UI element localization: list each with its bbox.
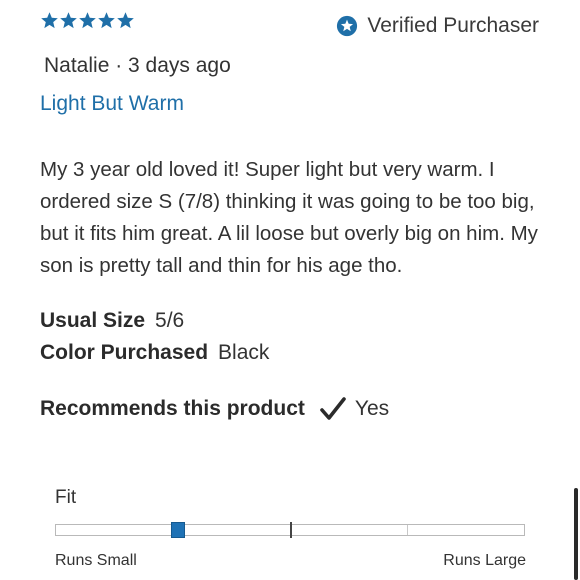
star-icon: [60, 12, 77, 29]
fit-label: Fit: [55, 487, 77, 508]
fit-scale: [55, 522, 525, 538]
verified-label: Verified Purchaser: [367, 14, 539, 37]
author-and-date: Natalie · 3 days ago: [44, 54, 231, 77]
review-body: My 3 year old loved it! Super light but …: [40, 158, 538, 277]
fit-scale-divider: [407, 525, 408, 535]
review-card: Verified Purchaser Natalie · 3 days ago …: [0, 0, 580, 580]
scrollbar[interactable]: [574, 488, 578, 580]
recommends-row: Recommends this product Yes: [40, 395, 389, 423]
star-icon: [79, 12, 96, 29]
fit-scale-center: [290, 522, 292, 538]
usual-size-value: 5/6: [155, 309, 185, 332]
usual-size-label: Usual Size: [40, 309, 146, 332]
star-rating: [40, 11, 135, 30]
fit-max-label: Runs Large: [443, 552, 526, 569]
star-icon: [117, 12, 134, 29]
checkmark-icon: [320, 397, 346, 420]
recommends-value: Yes: [354, 397, 390, 420]
fit-marker: [171, 522, 185, 538]
usual-size-row: Usual Size 5/6: [40, 309, 184, 333]
color-purchased-label: Color Purchased: [40, 341, 209, 364]
color-purchased-value: Black: [218, 341, 270, 364]
color-purchased-row: Color Purchased Black: [40, 341, 269, 365]
star-badge-icon: [337, 15, 358, 37]
star-icon: [98, 12, 115, 29]
review-title: Light But Warm: [40, 92, 184, 115]
recommends-label: Recommends this product: [40, 397, 305, 420]
star-icon: [41, 12, 58, 29]
fit-min-label: Runs Small: [55, 552, 137, 569]
verified-purchaser-badge: Verified Purchaser: [336, 14, 539, 38]
